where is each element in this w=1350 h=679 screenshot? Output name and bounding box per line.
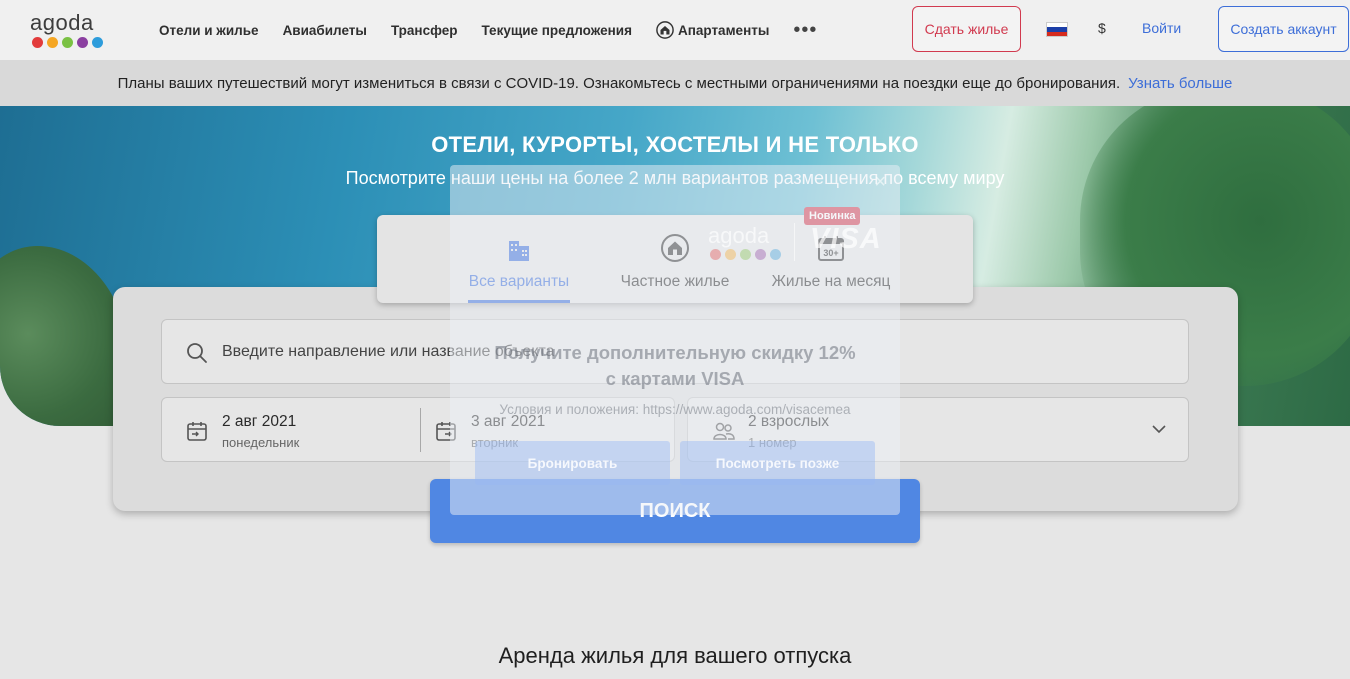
search-icon	[187, 343, 207, 363]
promo-title-line1: Получите дополнительную скидку 12%	[494, 342, 856, 363]
logo-dots	[32, 37, 110, 48]
more-menu-icon[interactable]: •••	[793, 20, 817, 40]
promo-terms: Условия и положения: https://www.agoda.c…	[499, 402, 851, 417]
learn-more-link[interactable]: Узнать больше	[1128, 75, 1232, 92]
currency-selector[interactable]: $	[1098, 20, 1106, 36]
promo-title-line2: с картами VISA	[605, 368, 745, 389]
login-link[interactable]: Войти	[1142, 20, 1181, 36]
covid-text: Планы ваших путешествий могут измениться…	[117, 74, 1121, 92]
checkin-weekday: понедельник	[222, 435, 300, 450]
checkin-date[interactable]: 2 авг 2021 понедельник	[162, 398, 420, 461]
vacation-rentals-heading: Аренда жилья для вашего отпуска	[498, 643, 852, 668]
nav-deals[interactable]: Текущие предложения	[481, 23, 631, 38]
promo-title: Получите дополнительную скидку 12% с кар…	[450, 340, 900, 392]
agoda-logo[interactable]: agoda	[30, 10, 110, 52]
nav-apartments[interactable]: Апартаменты	[656, 21, 769, 39]
promo-later-button[interactable]: Посмотреть позже	[680, 441, 875, 485]
close-icon[interactable]: ×	[874, 171, 886, 194]
checkin-date-value: 2 авг 2021	[222, 413, 297, 430]
covid-banner: Планы ваших путешествий могут измениться…	[0, 60, 1350, 106]
visa-logo: VISA	[810, 223, 882, 255]
nav-transfer[interactable]: Трансфер	[391, 23, 458, 38]
promo-agoda-logo: agoda	[708, 223, 788, 260]
promo-book-button[interactable]: Бронировать	[475, 441, 670, 485]
promo-logo-text: agoda	[708, 223, 770, 248]
home-icon	[656, 21, 674, 39]
visa-promo-popup: × agoda VISA Получите дополнительную ски…	[450, 165, 900, 515]
top-header: agoda Отели и жилье Авиабилеты Трансфер …	[0, 0, 1350, 60]
list-property-button[interactable]: Сдать жилье	[912, 6, 1021, 52]
russia-flag-icon[interactable]	[1046, 22, 1068, 37]
nav-hotels[interactable]: Отели и жилье	[159, 23, 259, 38]
main-nav: Отели и жилье Авиабилеты Трансфер Текущи…	[159, 20, 817, 40]
promo-divider	[794, 223, 795, 261]
chevron-down-icon	[1152, 425, 1166, 434]
nav-flights[interactable]: Авиабилеты	[283, 23, 367, 38]
logo-text: agoda	[30, 10, 94, 35]
create-account-button[interactable]: Создать аккаунт	[1218, 6, 1349, 52]
hero-title: ОТЕЛИ, КУРОРТЫ, ХОСТЕЛЫ И НЕ ТОЛЬКО	[431, 132, 919, 157]
calendar-checkin-icon	[187, 422, 207, 441]
